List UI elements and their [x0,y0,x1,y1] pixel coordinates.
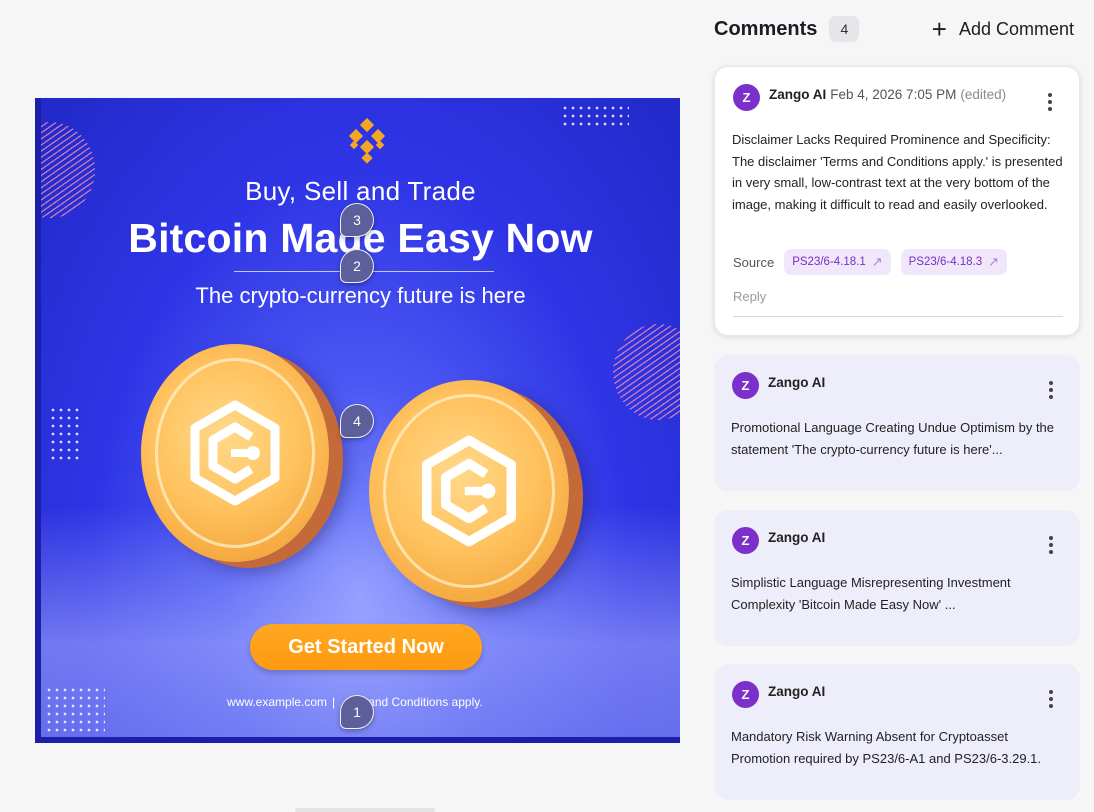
comment-date: Feb 4, 2026 7:05 PM [830,87,957,102]
coin-c-logo-icon [422,435,516,547]
reply-input[interactable]: Reply [733,289,1063,317]
comment-text: Disclaimer Lacks Required Prominence and… [732,132,1063,212]
comment-text: Promotional Language Creating Undue Opti… [731,420,1055,457]
external-link-icon: ↗ [871,254,883,269]
comment-author: Zango AI [768,375,826,390]
stripe-decoration [613,324,680,420]
comment-author: Zango AI [769,87,827,102]
source-chip[interactable]: PS23/6-4.18.3 ↗ [900,249,1008,275]
ad-tagline: Buy, Sell and Trade [245,176,476,206]
ad-footer-url: www.example.com [227,695,328,709]
dot-pattern [561,104,629,128]
annotation-pin-1[interactable]: 1 [340,695,374,729]
diamond-logo-icon [348,118,386,164]
coin-left [141,344,329,562]
more-options-icon[interactable] [1047,93,1053,111]
dot-pattern [49,406,83,462]
avatar: Z [732,372,759,399]
ad-footer-separator: | [332,695,336,709]
avatar: Z [733,84,760,111]
scroll-indicator [295,808,435,812]
comments-header: Comments 4 + Add Comment [714,14,1074,44]
ad-subheadline: The crypto-currency future is here [195,283,526,308]
annotation-pin-2[interactable]: 2 [340,249,374,283]
annotation-pin-4[interactable]: 4 [340,404,374,438]
ad-footer-terms: and Conditions apply. [368,695,483,709]
comment-author: Zango AI [768,684,826,699]
more-options-icon[interactable] [1048,536,1054,554]
dot-pattern [45,686,105,734]
plus-icon: + [931,14,947,44]
comment-text: Simplistic Language Misrepresenting Inve… [731,575,1011,612]
avatar: Z [732,527,759,554]
comment-edited-tag: (edited) [960,87,1007,102]
source-label: Source [733,254,775,270]
avatar: Z [732,681,759,708]
source-chip[interactable]: PS23/6-4.18.1 ↗ [784,249,891,275]
comments-title: Comments [714,17,818,40]
comments-count-badge: 4 [829,16,860,42]
comment-author: Zango AI [768,530,826,545]
coin-c-logo-icon [190,400,280,506]
more-options-icon[interactable] [1048,381,1054,399]
comment-sources: Source PS23/6-4.18.1 ↗ PS23/6-4.18.3 ↗ [733,249,1008,275]
comment-card[interactable]: Z Zango AI Simplistic Language Misrepres… [714,510,1080,646]
comment-card[interactable]: Z Zango AI Mandatory Risk Warning Absent… [714,664,1080,800]
comment-text: Mandatory Risk Warning Absent for Crypto… [731,729,1042,766]
comment-meta: Zango AI Feb 4, 2026 7:05 PM (edited) [769,87,1006,102]
comment-card[interactable]: Z Zango AI Promotional Language Creating… [714,355,1080,491]
coin-right [369,380,569,602]
get-started-button: Get Started Now [250,624,482,670]
external-link-icon: ↗ [988,254,1000,269]
more-options-icon[interactable] [1048,690,1054,708]
add-comment-button[interactable]: + Add Comment [931,14,1074,44]
annotation-pin-3[interactable]: 3 [340,203,374,237]
add-comment-label: Add Comment [958,18,1074,39]
comment-card-active[interactable]: Z Zango AI Feb 4, 2026 7:05 PM (edited) Di… [714,66,1080,336]
